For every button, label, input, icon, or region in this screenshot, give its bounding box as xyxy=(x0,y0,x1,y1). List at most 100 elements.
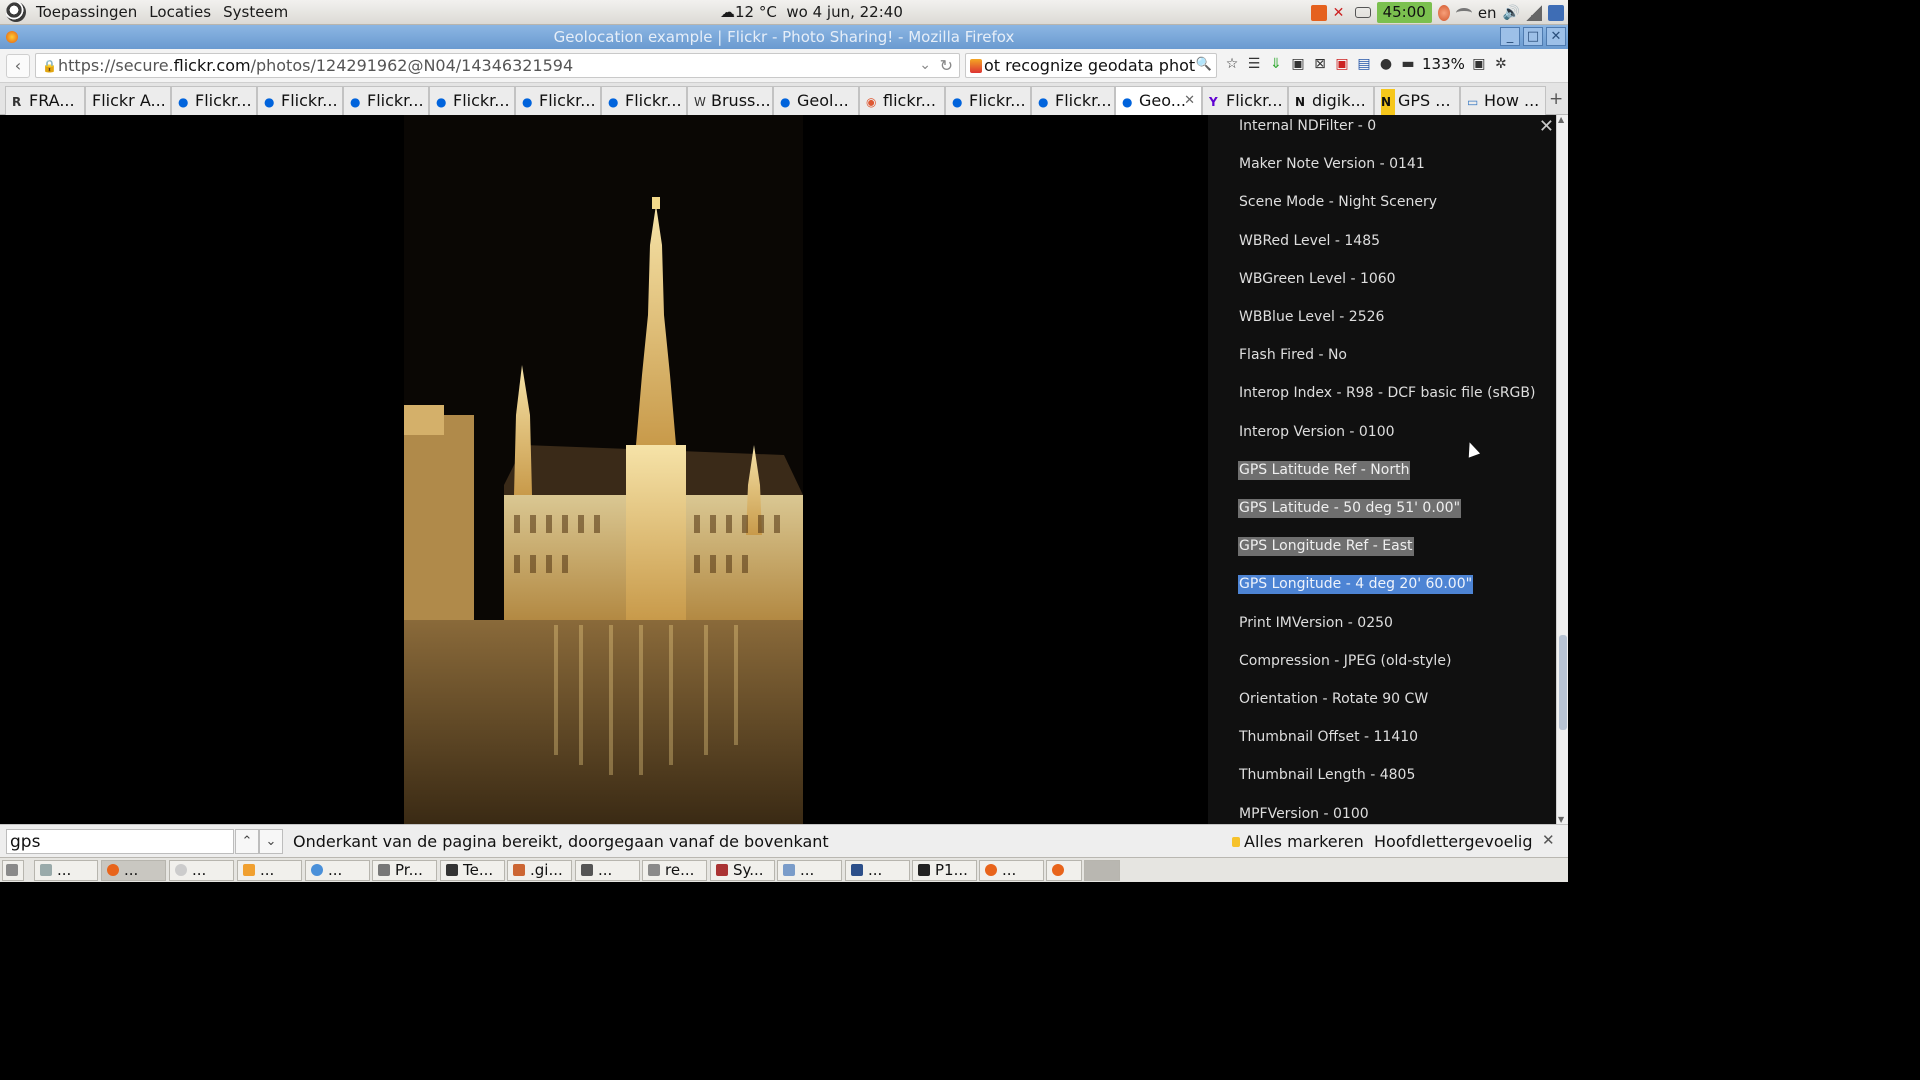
settings-gear-icon[interactable]: ✲ xyxy=(1493,56,1509,72)
gnome-foot-icon[interactable] xyxy=(6,2,26,22)
taskbar-item[interactable]: .gi... xyxy=(507,860,572,881)
taskbar-label: ... xyxy=(328,861,343,879)
tab-12[interactable]: ● Flickr... xyxy=(1031,86,1115,115)
weather-clock[interactable]: ☁12 °C wo 4 jun, 22:40 xyxy=(720,3,903,21)
chevron-down-icon[interactable]: ⌄ xyxy=(919,57,931,73)
bulb-icon[interactable] xyxy=(1437,4,1450,21)
taskbar-item[interactable]: ... xyxy=(101,860,166,881)
firefox-icon xyxy=(985,864,997,876)
signal-icon[interactable] xyxy=(1526,4,1542,21)
close-find-icon[interactable]: ✕ xyxy=(1542,831,1555,849)
taskbar-item[interactable]: Pr... xyxy=(372,860,437,881)
zoom-in-icon[interactable]: ▣ xyxy=(1471,56,1487,72)
close-window-button[interactable]: ✕ xyxy=(1546,27,1566,46)
menu-applications[interactable]: Toepassingen xyxy=(30,3,143,21)
save-icon[interactable]: ▤ xyxy=(1356,56,1372,72)
zoom-level[interactable]: 133% xyxy=(1422,55,1465,73)
search-engine-icon[interactable] xyxy=(970,59,982,73)
tab-15[interactable]: Ndigik... xyxy=(1288,86,1374,115)
reload-icon[interactable]: ↻ xyxy=(940,56,953,75)
tab-5[interactable]: ● Flickr... xyxy=(429,86,515,115)
keyboard-layout[interactable]: en xyxy=(1478,4,1497,22)
match-case-toggle[interactable]: Hoofdlettergevoelig xyxy=(1374,832,1533,851)
grand-place-photo[interactable] xyxy=(404,115,803,824)
page-scrollbar[interactable]: ▲ ▼ xyxy=(1556,115,1568,824)
flickr-favicon-icon: ● xyxy=(952,95,963,109)
taskbar-item[interactable]: ... xyxy=(305,860,370,881)
taskbar-item[interactable]: ... xyxy=(34,860,98,881)
menu-system[interactable]: Systeem xyxy=(217,3,294,21)
tab-16[interactable]: N GPS ... xyxy=(1374,86,1460,115)
tab-3[interactable]: ● Flickr... xyxy=(257,86,343,115)
battery-icon[interactable] xyxy=(1354,7,1371,18)
tab-7[interactable]: ● Flickr... xyxy=(601,86,687,115)
volume-icon[interactable]: 🔊 xyxy=(1503,5,1520,21)
search-input[interactable] xyxy=(984,54,1196,77)
screenshot-icon[interactable]: ⊠ xyxy=(1312,56,1328,72)
show-desktop-button[interactable] xyxy=(2,860,24,881)
bookmarks-list-icon[interactable]: ☰ xyxy=(1246,56,1262,72)
taskbar-item[interactable]: ... xyxy=(979,860,1044,881)
zoom-out-icon[interactable]: ▬ xyxy=(1400,56,1416,72)
scrollbar-thumb[interactable] xyxy=(1559,635,1567,730)
lock-icon[interactable]: 🔒 xyxy=(42,59,57,73)
taskbar-item[interactable]: Te... xyxy=(440,860,505,881)
tab-13[interactable]: ● Geo... ✕ xyxy=(1115,86,1202,116)
window-titlebar[interactable]: Geolocation example | Flickr - Photo Sha… xyxy=(0,25,1568,49)
search-box[interactable]: 🔍 xyxy=(965,53,1217,78)
find-input[interactable] xyxy=(6,829,234,854)
tab-10[interactable]: ◉ flickr... xyxy=(859,86,945,115)
download-icon[interactable]: ⇓ xyxy=(1268,56,1284,72)
taskbar-item[interactable]: ... xyxy=(169,860,234,881)
user-icon[interactable] xyxy=(1548,4,1564,21)
addon-icon[interactable]: ▣ xyxy=(1290,56,1306,72)
taskbar-empty-slot[interactable] xyxy=(1084,860,1120,881)
taskbar-item[interactable]: ... xyxy=(237,860,302,881)
tab-4[interactable]: ● Flickr... xyxy=(343,86,429,115)
taskbar-item[interactable]: Sy... xyxy=(710,860,775,881)
scroll-up-icon[interactable]: ▲ xyxy=(1558,115,1564,124)
find-next-button[interactable]: ⌄ xyxy=(259,829,283,854)
addon-red-icon[interactable]: ▣ xyxy=(1334,56,1350,72)
tab-8[interactable]: W Bruss... xyxy=(687,86,773,115)
search-icon[interactable]: 🔍 xyxy=(1196,57,1212,72)
tab-6[interactable]: ● Flickr... xyxy=(515,86,601,115)
network-off-icon[interactable]: ✕ xyxy=(1333,5,1349,21)
scroll-down-icon[interactable]: ▼ xyxy=(1558,815,1564,824)
flickr-favicon-icon: ● xyxy=(1038,95,1049,109)
url-text[interactable]: https://secure.flickr.com/photos/1242919… xyxy=(58,56,573,75)
tab-9[interactable]: ● Geol... xyxy=(773,86,859,115)
taskbar-label: ... xyxy=(260,861,275,879)
taskbar-item[interactable]: ... xyxy=(845,860,910,881)
close-tab-icon[interactable]: ✕ xyxy=(1184,87,1195,114)
taskbar-item[interactable] xyxy=(1046,860,1082,881)
back-button[interactable]: ‹ xyxy=(6,54,30,78)
mail-icon[interactable] xyxy=(1310,4,1327,21)
minimize-button[interactable]: _ xyxy=(1500,27,1520,46)
new-tab-button[interactable]: + xyxy=(1549,89,1563,109)
maximize-button[interactable]: □ xyxy=(1523,27,1543,46)
tab-14[interactable]: Y Flickr... xyxy=(1202,86,1288,115)
photo-viewer[interactable] xyxy=(0,115,1208,824)
pomodoro-timer[interactable]: 45:00 xyxy=(1376,2,1432,23)
flickr-favicon-icon: ● xyxy=(436,95,447,109)
taskbar-item[interactable]: ... xyxy=(777,860,842,881)
tab-0[interactable]: R FRA... xyxy=(5,86,85,115)
highlight-all-toggle[interactable]: Alles markeren xyxy=(1232,832,1364,851)
bookmark-star-icon[interactable]: ☆ xyxy=(1224,56,1240,72)
document-icon xyxy=(378,864,390,876)
wifi-icon[interactable] xyxy=(1455,7,1472,18)
url-bar[interactable]: 🔒 https://secure.flickr.com/photos/12429… xyxy=(35,53,960,78)
taskbar-item[interactable]: P1... xyxy=(912,860,977,881)
tab-11[interactable]: ● Flickr... xyxy=(945,86,1031,115)
close-icon[interactable]: ✕ xyxy=(1539,116,1554,137)
menu-places[interactable]: Locaties xyxy=(143,3,217,21)
taskbar-item[interactable]: re... xyxy=(642,860,707,881)
tab-2[interactable]: ● Flickr... xyxy=(171,86,257,115)
exif-item: Interop Version - 0100 xyxy=(1239,423,1395,440)
find-previous-button[interactable]: ⌃ xyxy=(235,829,259,854)
tab-1[interactable]: Flickr A... xyxy=(85,86,171,115)
taskbar-item[interactable]: ... xyxy=(575,860,640,881)
tab-17[interactable]: ▭ How ... xyxy=(1460,86,1546,115)
adblock-icon[interactable]: ● xyxy=(1378,56,1394,72)
